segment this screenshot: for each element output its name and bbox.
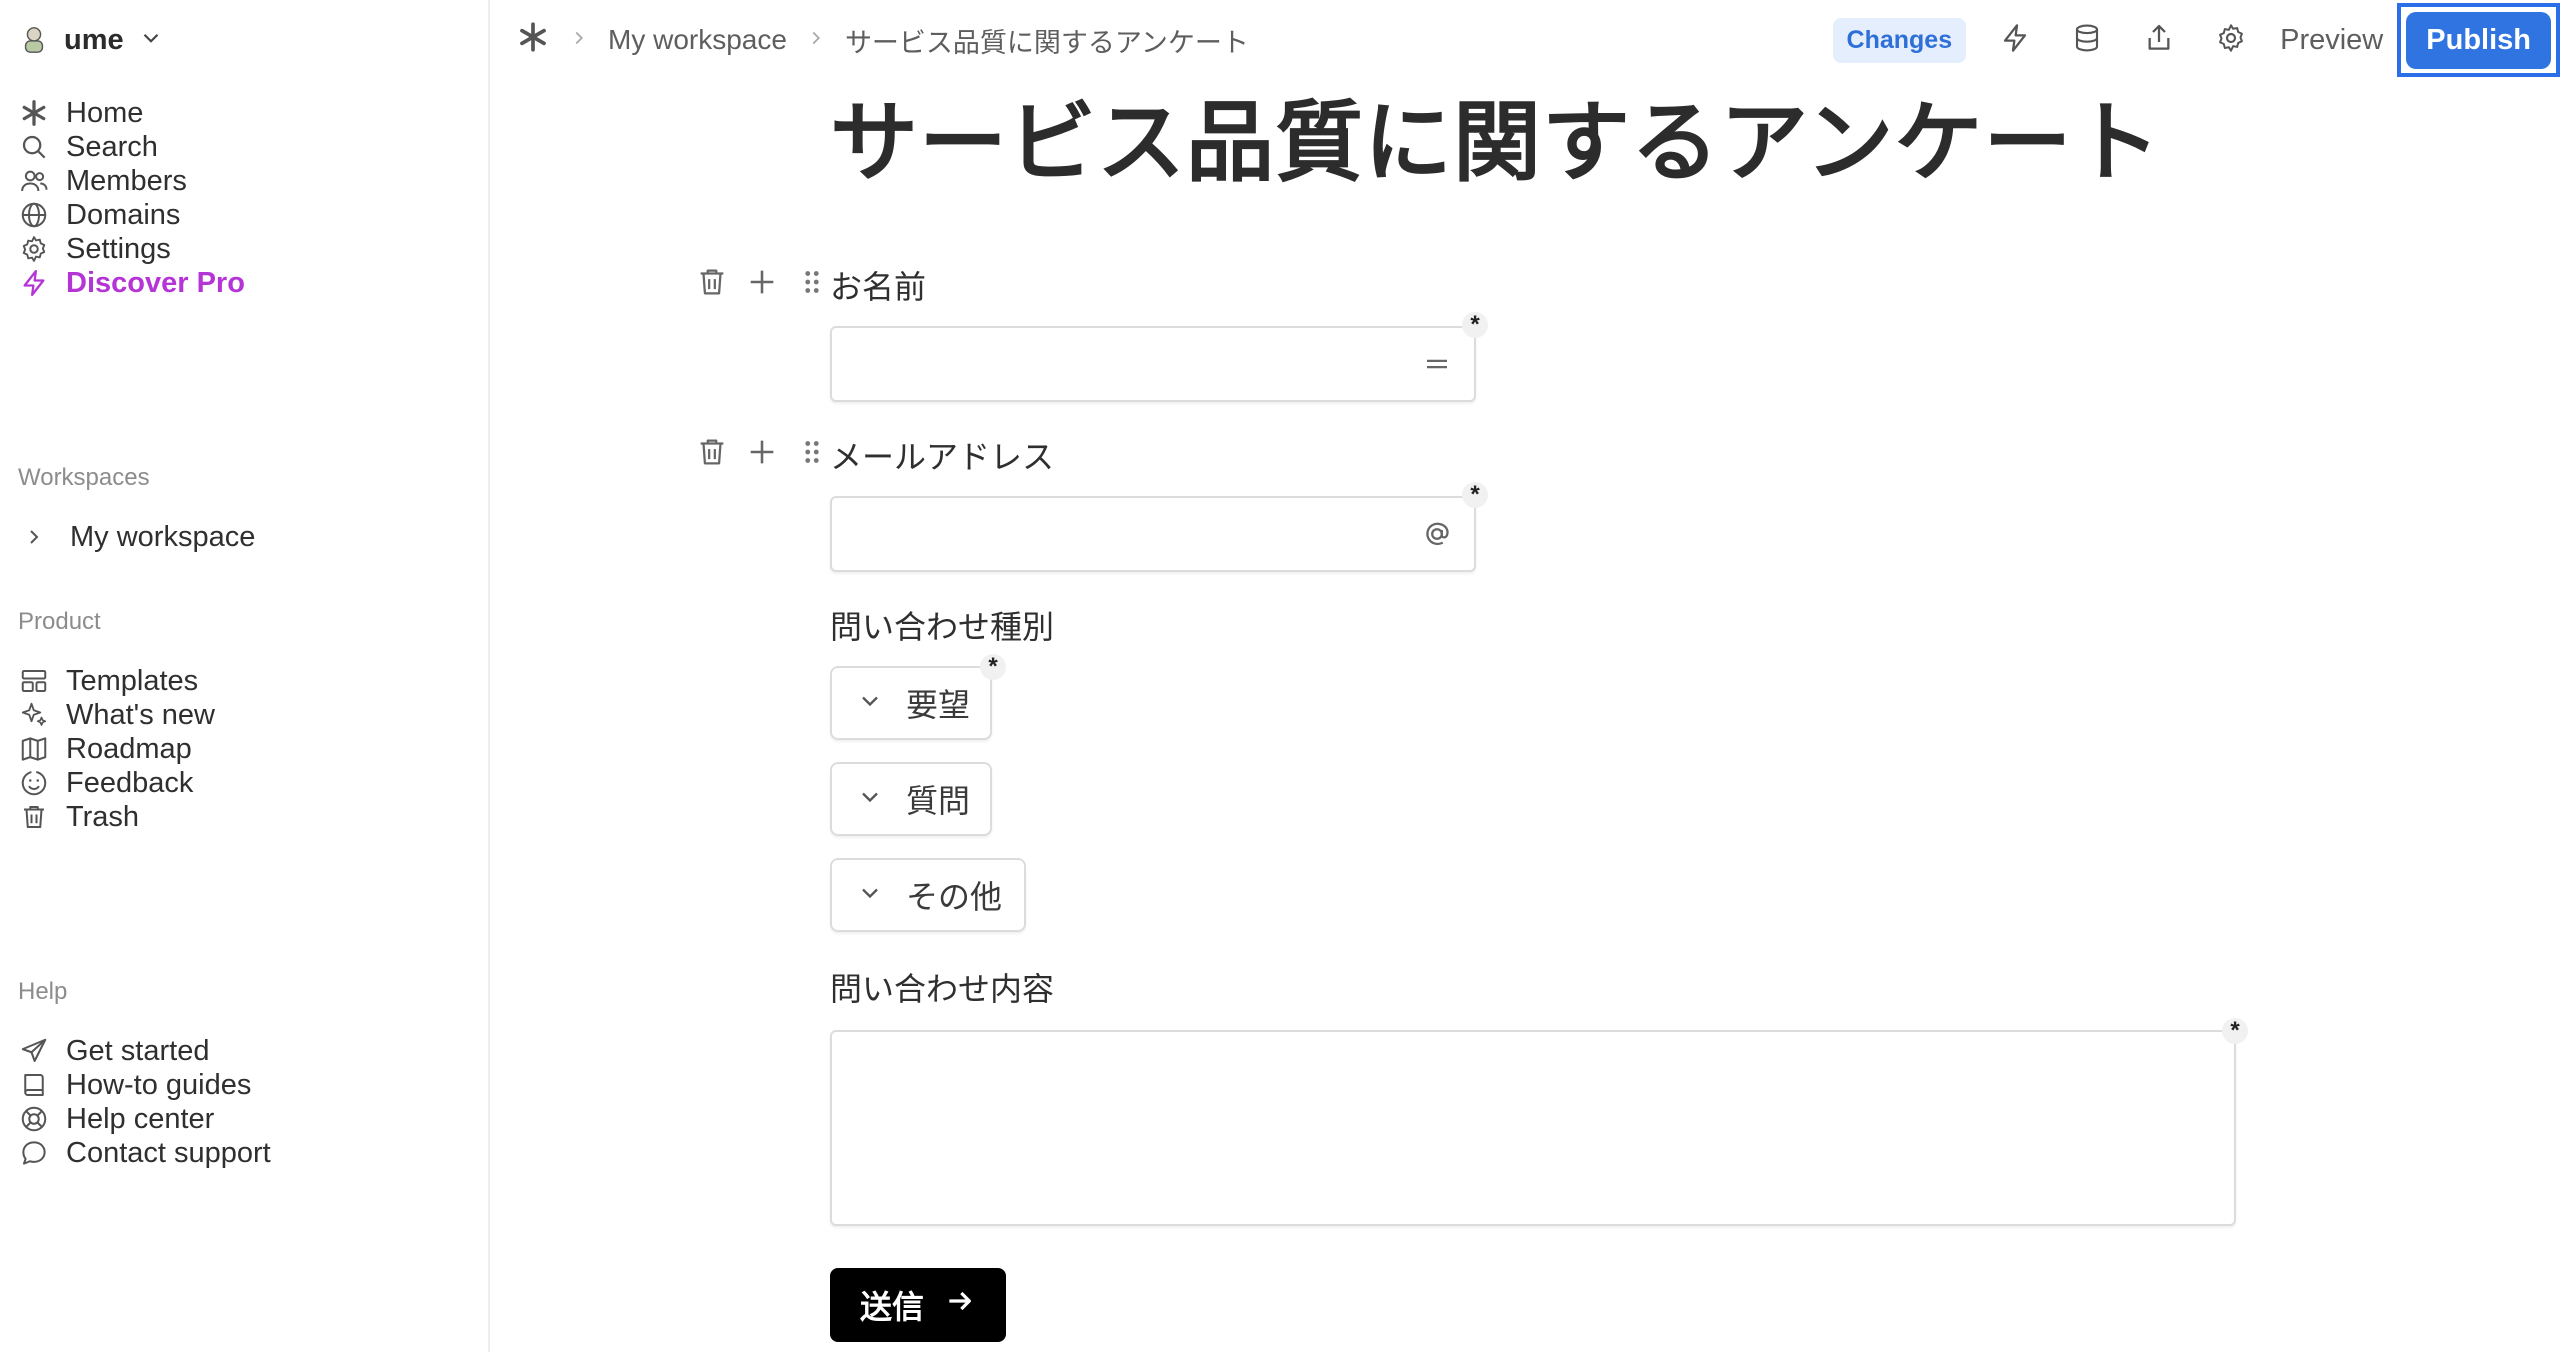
- publish-highlight: Publish: [2397, 3, 2560, 77]
- lightning-icon: [1999, 22, 2031, 59]
- name-input[interactable]: [832, 328, 1474, 400]
- top-actions: Changes Preview Publish: [1832, 0, 2566, 80]
- sidebar-item-my-workspace[interactable]: My workspace: [18, 514, 468, 560]
- question-label-email[interactable]: メールアドレス: [830, 432, 1054, 478]
- chevron-right-icon: [805, 25, 827, 56]
- add-block-button[interactable]: [742, 264, 782, 304]
- app-window: ume Home Search Members Domains Settings…: [0, 0, 2566, 1352]
- delete-block-button[interactable]: [692, 264, 732, 304]
- publish-button[interactable]: Publish: [2406, 11, 2551, 69]
- preview-button[interactable]: Preview: [2280, 24, 2383, 57]
- block-tools: [692, 434, 832, 474]
- plus-icon: [745, 435, 779, 474]
- content-field[interactable]: *: [830, 1018, 2248, 1226]
- section-label-help: Help: [18, 978, 68, 1005]
- lightning-icon: [18, 267, 50, 299]
- database-button[interactable]: [2064, 17, 2110, 63]
- name-field[interactable]: *: [830, 312, 1488, 402]
- asterisk-icon[interactable]: [516, 20, 550, 61]
- sidebar-item-label: My workspace: [70, 520, 256, 553]
- plus-icon: [745, 265, 779, 304]
- workspace-name: ume: [64, 23, 124, 56]
- email-field[interactable]: *: [830, 482, 1488, 572]
- section-label-product: Product: [18, 608, 101, 635]
- chat-icon: [18, 1137, 50, 1169]
- required-mark[interactable]: *: [980, 654, 1006, 680]
- drag-handle[interactable]: [792, 264, 832, 304]
- gear-icon: [2215, 22, 2247, 59]
- choice-option[interactable]: 要望 *: [830, 654, 1006, 740]
- sidebar-item-label: Trash: [66, 800, 140, 833]
- choice-option-label: その他: [906, 878, 1003, 916]
- email-input[interactable]: [832, 498, 1474, 570]
- changes-badge[interactable]: Changes: [1832, 17, 1967, 63]
- drag-handle-icon: [795, 265, 829, 304]
- chevron-down-icon: [856, 783, 884, 816]
- trash-icon: [695, 265, 729, 304]
- choice-option[interactable]: その他: [830, 858, 1026, 932]
- share-icon: [2143, 22, 2175, 59]
- sidebar-item-label: Contact support: [66, 1136, 271, 1169]
- breadcrumb: My workspace サービス品質に関するアンケート: [516, 18, 1249, 62]
- sidebar-item-label: Discover Pro: [66, 266, 245, 299]
- sidebar: ume Home Search Members Domains Settings…: [0, 0, 490, 1352]
- question-label-content[interactable]: 問い合わせ内容: [830, 964, 1054, 1010]
- drag-handle[interactable]: [792, 434, 832, 474]
- breadcrumb-workspace[interactable]: My workspace: [608, 24, 787, 56]
- short-text-icon: [1418, 345, 1456, 383]
- required-mark[interactable]: *: [1462, 312, 1488, 338]
- chevron-down-icon: [856, 879, 884, 912]
- block-tools: [692, 264, 832, 304]
- choice-option-label: 要望: [906, 686, 971, 724]
- chevron-down-icon: [138, 25, 164, 56]
- required-mark[interactable]: *: [1462, 482, 1488, 508]
- add-block-button[interactable]: [742, 434, 782, 474]
- trash-icon: [18, 801, 50, 833]
- chevron-right-icon: [568, 25, 590, 56]
- top-bar: My workspace サービス品質に関するアンケート Changes Pre…: [490, 0, 2566, 80]
- sidebar-item-contact-support[interactable]: Contact support: [18, 1130, 468, 1176]
- question-label-category[interactable]: 問い合わせ種別: [830, 602, 1054, 648]
- choice-option[interactable]: 質問: [830, 762, 992, 836]
- at-sign-icon: [1418, 515, 1456, 553]
- chevron-right-icon[interactable]: [18, 521, 50, 553]
- trash-icon: [695, 435, 729, 474]
- sidebar-item-discover-pro[interactable]: Discover Pro: [18, 260, 468, 306]
- submit-button-label: 送信: [860, 1288, 925, 1326]
- arrow-right-icon: [944, 1285, 976, 1325]
- sidebar-item-trash[interactable]: Trash: [18, 794, 468, 840]
- question-label-name[interactable]: お名前: [830, 262, 926, 308]
- section-label-workspaces: Workspaces: [18, 464, 150, 491]
- breadcrumb-form[interactable]: サービス品質に関するアンケート: [845, 21, 1249, 60]
- content-textarea[interactable]: [832, 1032, 2234, 1224]
- submit-button[interactable]: 送信: [830, 1268, 1007, 1342]
- form-title[interactable]: サービス品質に関するアンケート: [830, 72, 2161, 199]
- workspace-switcher[interactable]: ume: [18, 18, 164, 62]
- integrations-button[interactable]: [1992, 17, 2038, 63]
- drag-handle-icon: [795, 435, 829, 474]
- required-mark[interactable]: *: [2222, 1018, 2248, 1044]
- workspace-avatar: [18, 24, 50, 56]
- choice-option-label: 質問: [906, 782, 971, 820]
- chevron-down-icon: [856, 687, 884, 720]
- delete-block-button[interactable]: [692, 434, 732, 474]
- form-settings-button[interactable]: [2208, 17, 2254, 63]
- share-button[interactable]: [2136, 17, 2182, 63]
- database-icon: [2071, 22, 2103, 59]
